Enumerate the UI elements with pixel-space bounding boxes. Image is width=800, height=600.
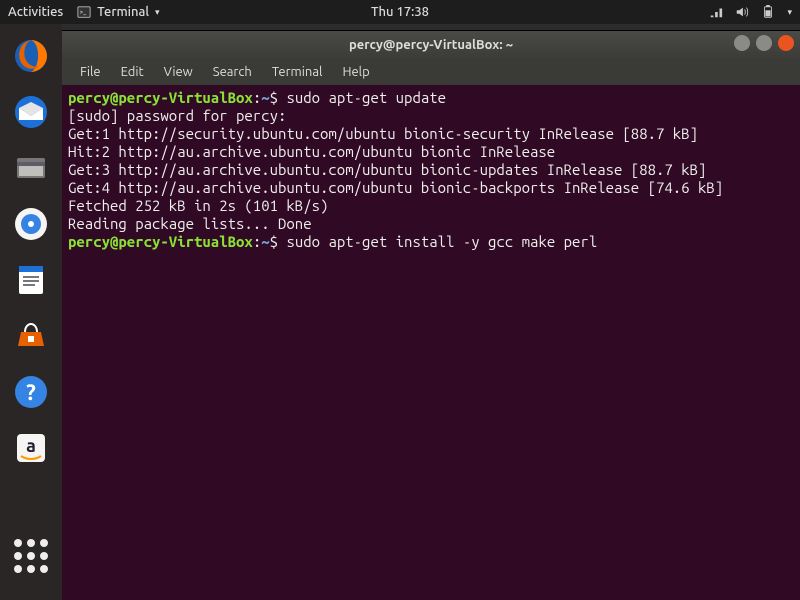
window-titlebar[interactable]: percy@percy-VirtualBox: ~ xyxy=(62,31,800,59)
menu-terminal[interactable]: Terminal xyxy=(264,63,331,81)
svg-text:?: ? xyxy=(26,380,36,405)
window-title: percy@percy-VirtualBox: ~ xyxy=(349,38,513,52)
launcher-files[interactable] xyxy=(7,144,55,192)
apps-grid-icon xyxy=(14,539,48,573)
launcher-rhythmbox[interactable] xyxy=(7,200,55,248)
launcher-firefox[interactable] xyxy=(7,32,55,80)
svg-text:>_: >_ xyxy=(80,9,87,16)
active-app-label: Terminal xyxy=(97,5,149,19)
menu-edit[interactable]: Edit xyxy=(113,63,152,81)
show-applications-button[interactable] xyxy=(7,532,55,580)
gnome-top-panel: Activities >_ Terminal ▾ Thu 17:38 ▾ xyxy=(0,0,800,24)
menu-view[interactable]: View xyxy=(156,63,201,81)
terminal-window: percy@percy-VirtualBox: ~ File Edit View… xyxy=(62,30,800,600)
launcher-help[interactable]: ? xyxy=(7,368,55,416)
activities-button[interactable]: Activities xyxy=(8,5,63,19)
active-app-menu[interactable]: >_ Terminal ▾ xyxy=(77,5,159,19)
network-icon[interactable] xyxy=(709,5,723,19)
launcher-amazon[interactable]: a xyxy=(7,424,55,472)
svg-text:a: a xyxy=(26,436,36,456)
launcher-writer[interactable] xyxy=(7,256,55,304)
ubuntu-dock: ? a xyxy=(0,24,62,600)
launcher-software[interactable] xyxy=(7,312,55,360)
system-menu-chevron-icon[interactable]: ▾ xyxy=(787,7,792,18)
battery-icon[interactable] xyxy=(761,5,775,19)
window-minimize-button[interactable] xyxy=(734,35,750,51)
volume-icon[interactable] xyxy=(735,5,749,19)
terminal-menubar: File Edit View Search Terminal Help xyxy=(62,59,800,85)
window-close-button[interactable] xyxy=(778,35,794,51)
window-maximize-button[interactable] xyxy=(756,35,772,51)
menu-file[interactable]: File xyxy=(72,63,109,81)
clock[interactable]: Thu 17:38 xyxy=(371,5,429,19)
menu-search[interactable]: Search xyxy=(205,63,260,81)
launcher-thunderbird[interactable] xyxy=(7,88,55,136)
menu-help[interactable]: Help xyxy=(334,63,377,81)
terminal-icon: >_ xyxy=(77,5,91,19)
chevron-down-icon: ▾ xyxy=(155,7,160,18)
terminal-output[interactable]: percy@percy-VirtualBox:~$ sudo apt-get u… xyxy=(62,85,800,600)
